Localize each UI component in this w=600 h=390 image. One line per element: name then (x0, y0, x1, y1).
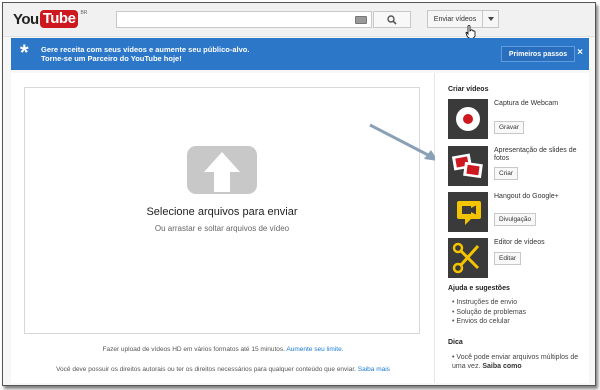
slideshow-label: Apresentação de slides de fotos (494, 147, 577, 162)
upload-instructions-link[interactable]: Instruções de envio (452, 298, 526, 308)
record-button[interactable]: Gravar (494, 121, 524, 134)
close-icon[interactable]: × (577, 47, 583, 58)
search-icon (387, 14, 397, 25)
logo-region: BR (80, 10, 88, 16)
upload-panel: Selecione arquivos para enviar Ou arrast… (11, 73, 435, 383)
banner-line1: Gere receita com seus vídeos e aumente s… (41, 45, 250, 54)
record-icon (456, 107, 480, 131)
youtube-logo[interactable]: You Tube BR (13, 10, 87, 28)
webcam-label: Captura de Webcam (494, 100, 559, 107)
masthead: You Tube BR Enviar vídeos (3, 3, 595, 39)
hangout-label: Hangout do Google+ (494, 193, 559, 200)
edit-button[interactable]: Editar (494, 252, 521, 265)
hd-upload-text: Fazer upload de vídeos HD em vários form… (102, 346, 285, 353)
learn-how-link[interactable]: Saiba como (482, 363, 521, 370)
hd-upload-note: Fazer upload de vídeos HD em vários form… (11, 346, 435, 353)
rights-note: Você deve possuir os direitos autorais o… (11, 366, 435, 373)
asterisk-icon: * (20, 40, 29, 65)
hangout-icon (457, 201, 481, 225)
video-editor-tile[interactable] (448, 238, 488, 278)
troubleshooting-link[interactable]: Solução de problemas (452, 308, 526, 318)
create-videos-heading: Criar vídeos (448, 86, 489, 93)
logo-tube-text: Tube (39, 10, 79, 28)
logo-you-text: You (13, 10, 39, 28)
banner-line2: Torne-se um Parceiro do YouTube hoje! (41, 54, 182, 63)
broadcast-button[interactable]: Divulgação (494, 213, 537, 226)
search-button[interactable] (373, 11, 411, 28)
search-input[interactable] (116, 11, 372, 28)
upload-dropzone[interactable]: Selecione arquivos para enviar Ou arrast… (24, 87, 420, 334)
help-links: Instruções de envio Solução de problemas… (452, 298, 526, 327)
tip-heading: Dica (448, 339, 463, 346)
tip-text-block: • Você pode enviar arquivos múltiplos de… (452, 354, 579, 370)
create-sidebar: Criar vídeos Captura de Webcam Gravar Ap… (435, 73, 589, 383)
drag-drop-hint: Ou arrastar e soltar arquivos de vídeo (154, 224, 290, 233)
create-button[interactable]: Criar (494, 167, 519, 180)
banner-message: Gere receita com seus vídeos e aumente s… (41, 45, 249, 63)
upload-arrow-icon (187, 146, 257, 194)
upload-dropdown-button[interactable] (482, 10, 499, 28)
help-heading: Ajuda e sugestões (448, 285, 510, 292)
increase-limit-link[interactable]: Aumente seu limite. (286, 346, 343, 353)
rights-text: Você deve possuir os direitos autorais o… (56, 366, 356, 373)
chevron-down-icon (487, 17, 494, 21)
photos-icon (451, 153, 483, 179)
learn-more-link[interactable]: Saiba mais (358, 366, 390, 373)
get-started-button[interactable]: Primeiros passos (501, 46, 575, 62)
hand-cursor-icon (465, 25, 476, 39)
video-editor-label: Editor de vídeos (494, 239, 545, 246)
partner-banner: * Gere receita com seus vídeos e aumente… (11, 38, 589, 70)
annotation-arrow-icon (369, 123, 438, 161)
browser-frame: You Tube BR Enviar vídeos * Gere receita… (2, 2, 596, 386)
webcam-tile[interactable] (448, 99, 488, 139)
keyboard-icon[interactable] (355, 16, 367, 24)
mobile-uploads-link[interactable]: Envios do celular (452, 317, 526, 327)
scissors-icon (452, 242, 480, 274)
select-files-title[interactable]: Selecione arquivos para enviar (25, 206, 419, 218)
hangout-tile[interactable] (448, 192, 488, 232)
slideshow-tile[interactable] (448, 146, 488, 186)
